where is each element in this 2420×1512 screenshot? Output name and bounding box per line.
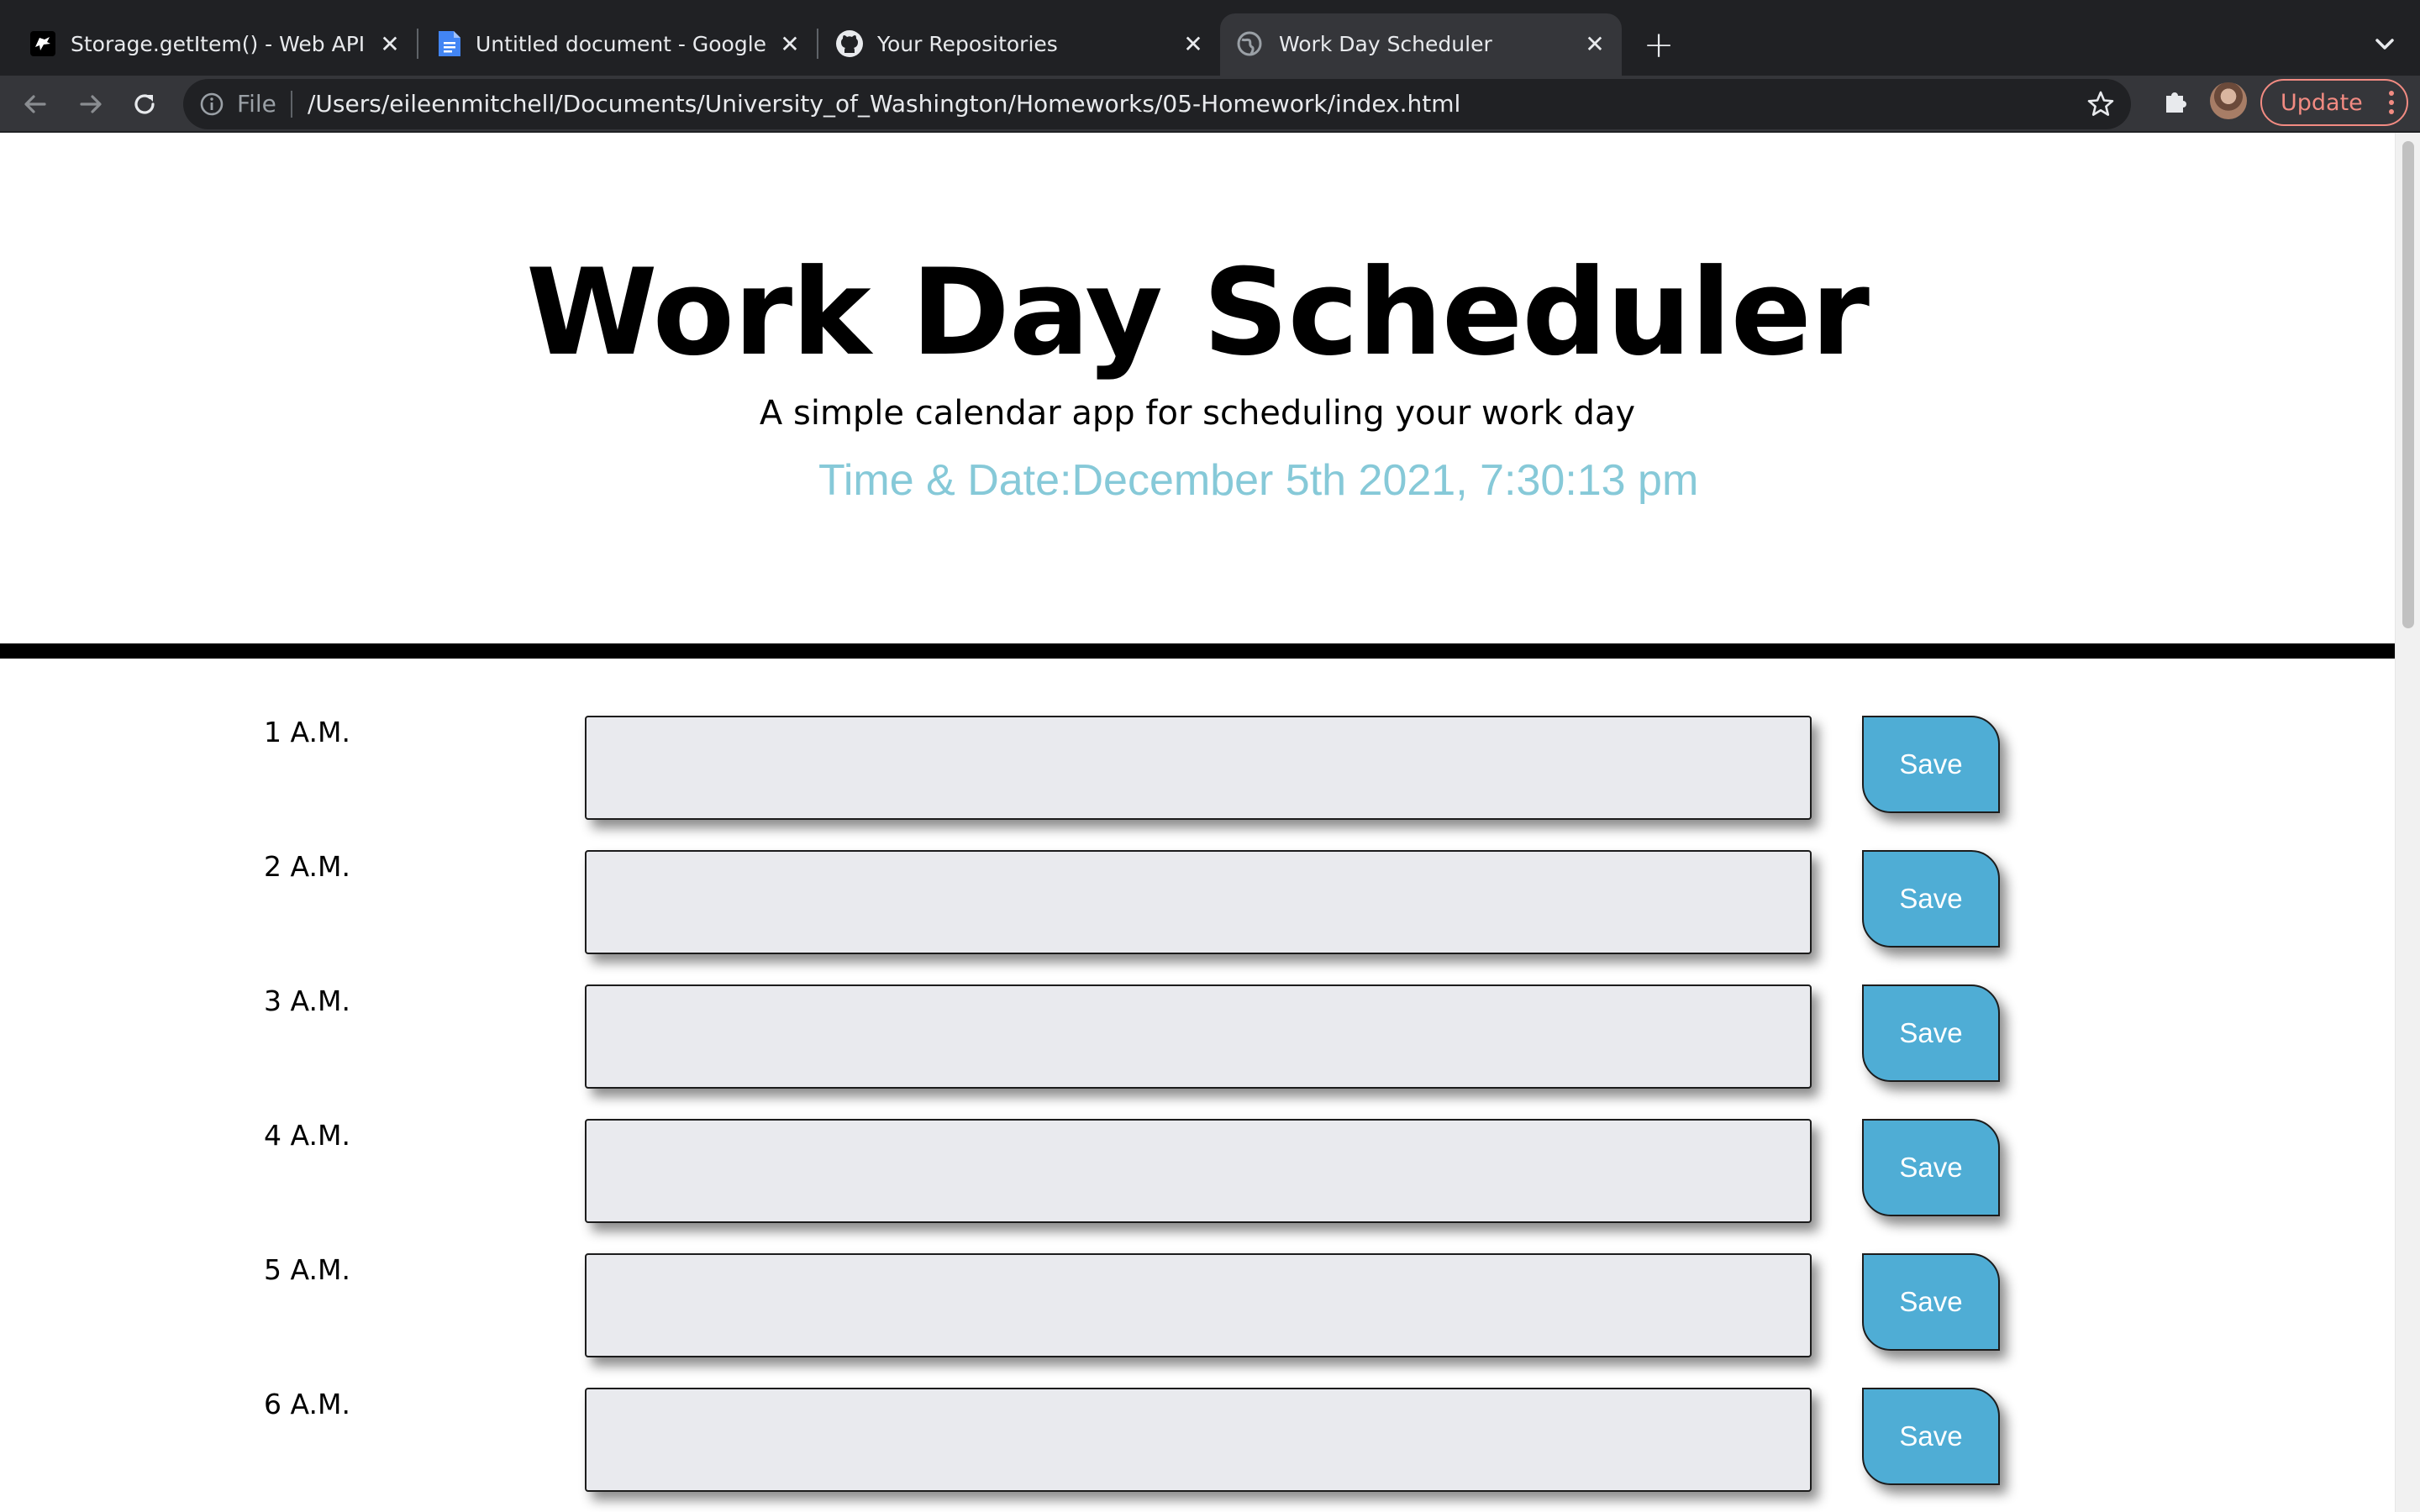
page-lead: A simple calendar app for scheduling you… [759, 394, 1636, 433]
page-viewport: Work Day Scheduler A simple calendar app… [0, 133, 2395, 1512]
page-title: Work Day Scheduler [526, 244, 1870, 382]
tab-title: Your Repositories [877, 32, 1058, 56]
tab-google-docs[interactable]: Untitled document - Google Do ✕ [403, 13, 820, 76]
profile-avatar[interactable] [2210, 82, 2247, 119]
new-tab-button[interactable]: + [1637, 25, 1681, 69]
url-scheme-label: File [237, 90, 276, 118]
hour-label: 2 A.M. [264, 850, 350, 883]
hour-label: 4 A.M. [264, 1119, 350, 1152]
event-input[interactable] [585, 716, 1812, 820]
extensions-puzzle-icon[interactable] [2160, 84, 2193, 118]
update-label: Update [2281, 89, 2363, 116]
close-tab-icon[interactable]: ✕ [1178, 29, 1208, 59]
close-tab-icon[interactable]: ✕ [775, 29, 805, 59]
kebab-menu-icon[interactable] [2388, 89, 2395, 116]
bookmark-star-icon[interactable] [2086, 89, 2116, 119]
current-datetime: Time & Date:December 5th 2021, 7:30:13 p… [818, 456, 1699, 505]
globe-icon [1235, 29, 1264, 58]
forward-button[interactable] [74, 87, 108, 121]
time-block-row: 6 A.M. Save [0, 1388, 2395, 1492]
time-block-row: 5 A.M. Save [0, 1253, 2395, 1357]
url-text[interactable]: /Users/eileenmitchell/Documents/Universi… [308, 89, 1460, 119]
close-tab-icon[interactable]: ✕ [1580, 29, 1610, 59]
event-input[interactable] [585, 1119, 1812, 1223]
address-bar[interactable]: File /Users/eileenmitchell/Documents/Uni… [183, 79, 2131, 129]
time-block-row: 1 A.M. Save [0, 716, 2395, 820]
google-docs-icon [435, 29, 464, 58]
tab-mdn[interactable]: Storage.getItem() - Web APIs | ✕ [0, 13, 420, 76]
tab-strip: Storage.getItem() - Web APIs | ✕ Untitle… [0, 0, 2420, 76]
header-divider [0, 643, 2395, 659]
scrollbar-thumb[interactable] [2402, 141, 2414, 628]
event-input[interactable] [585, 984, 1812, 1089]
mdn-dino-icon [29, 29, 57, 58]
save-button[interactable]: Save [1862, 716, 2000, 813]
info-icon[interactable] [198, 91, 225, 118]
save-button[interactable]: Save [1862, 1119, 2000, 1216]
tab-work-day-scheduler[interactable]: Work Day Scheduler ✕ [1220, 13, 1622, 76]
hour-label: 5 A.M. [264, 1253, 350, 1286]
tab-title: Storage.getItem() - Web APIs | [71, 32, 363, 56]
close-tab-icon[interactable]: ✕ [375, 29, 405, 59]
save-button[interactable]: Save [1862, 984, 2000, 1082]
reload-button[interactable] [128, 87, 161, 121]
event-input[interactable] [585, 1253, 1812, 1357]
hour-label: 3 A.M. [264, 984, 350, 1017]
tab-title: Untitled document - Google Do [476, 32, 770, 56]
update-button[interactable]: Update [2260, 79, 2408, 126]
event-input[interactable] [585, 850, 1812, 954]
back-button[interactable] [18, 87, 52, 121]
url-separator [291, 91, 292, 118]
hour-label: 1 A.M. [264, 716, 350, 748]
save-button[interactable]: Save [1862, 1253, 2000, 1351]
hour-label: 6 A.M. [264, 1388, 350, 1420]
save-button[interactable]: Save [1862, 850, 2000, 948]
github-icon [835, 29, 864, 58]
page-scrollbar[interactable] [2395, 133, 2420, 1512]
tab-title: Work Day Scheduler [1279, 32, 1492, 56]
tab-search-chevron-icon[interactable] [2368, 27, 2402, 60]
time-block-row: 2 A.M. Save [0, 850, 2395, 954]
time-block-row: 3 A.M. Save [0, 984, 2395, 1089]
time-block-row: 4 A.M. Save [0, 1119, 2395, 1223]
event-input[interactable] [585, 1388, 1812, 1492]
tab-github[interactable]: Your Repositories ✕ [803, 13, 1213, 76]
save-button[interactable]: Save [1862, 1388, 2000, 1485]
